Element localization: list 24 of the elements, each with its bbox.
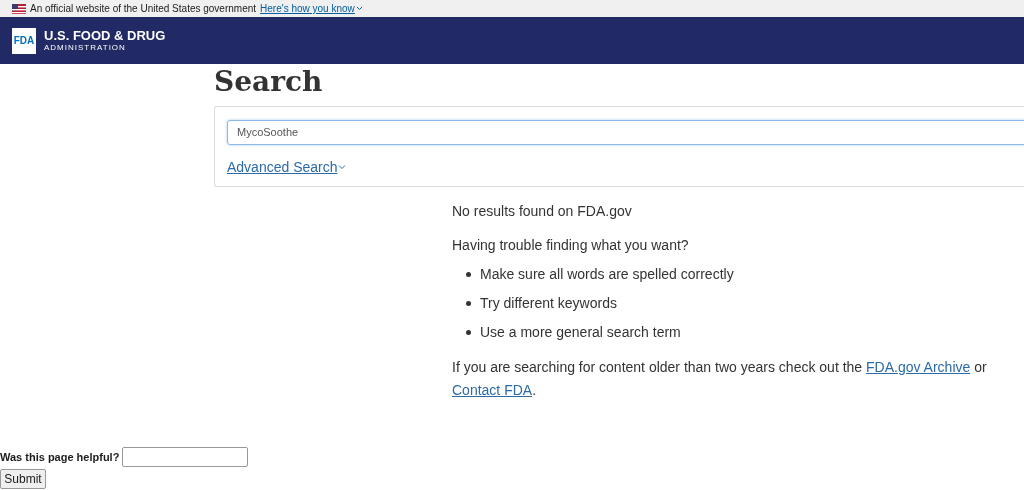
agency-name: U.S. FOOD & DRUG [44, 29, 166, 42]
banner-text: An official website of the United States government [30, 2, 257, 16]
tip-text: Make sure all words are spelled correctly [480, 265, 734, 284]
archive-note: If you are searching for content older than two years check out the FDA.gov Archive or Contact FDA. [452, 358, 988, 400]
feedback-field[interactable] [122, 447, 249, 467]
search-field[interactable]: MycoSoothe [227, 119, 1024, 145]
logo-mark[interactable]: FDA [12, 27, 36, 54]
chevron-down-icon [337, 164, 346, 170]
flag-icon [12, 3, 26, 14]
tip-text: Use a more general search term [480, 323, 681, 342]
no-results-message: No results found on FDA.gov [452, 202, 633, 221]
page-title: Search [214, 64, 324, 100]
agency-subtitle: ADMINISTRATION [44, 44, 127, 52]
tip-text: Try different keywords [480, 294, 617, 313]
helpful-question: Was this page helpful? [0, 449, 120, 465]
bullet-icon [466, 300, 471, 306]
advanced-search-link[interactable]: Advanced Search [227, 156, 346, 178]
archive-link[interactable]: FDA.gov Archive [866, 359, 971, 375]
chevron-down-icon [355, 6, 363, 11]
how-you-know-link[interactable]: Here's how you know [260, 1, 363, 16]
help-heading: Having trouble finding what you want? [452, 236, 690, 255]
bullet-icon [466, 271, 471, 277]
submit-button[interactable]: Submit [0, 469, 46, 489]
bullet-icon [466, 329, 471, 335]
